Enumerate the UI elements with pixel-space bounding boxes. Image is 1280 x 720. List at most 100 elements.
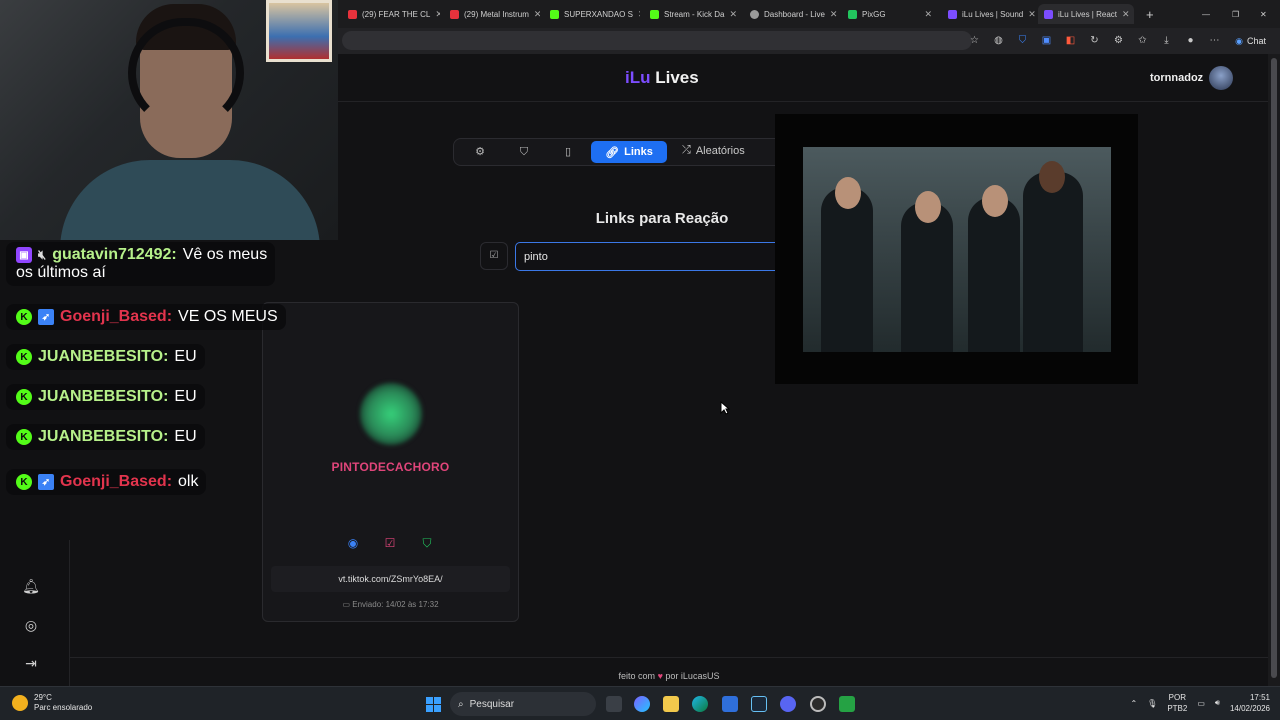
support-icon[interactable]: ◎ bbox=[22, 616, 40, 634]
download-icon[interactable]: ⤓ bbox=[1160, 34, 1173, 47]
profile-icon[interactable]: ● bbox=[1184, 34, 1197, 47]
copilot-icon[interactable] bbox=[634, 696, 650, 712]
heart-icon: ♥ bbox=[657, 671, 663, 681]
close-icon[interactable]: ✕ bbox=[1028, 9, 1036, 20]
shield-icon[interactable]: ⛉ bbox=[1016, 34, 1029, 47]
app-icon[interactable] bbox=[839, 696, 855, 712]
network-icon[interactable]: ▭ bbox=[1197, 699, 1205, 708]
twitch-icon: ▣ bbox=[16, 247, 32, 263]
discord-icon[interactable] bbox=[780, 696, 796, 712]
footer: feito com ♥ por iLucasUS bbox=[70, 657, 1268, 686]
video-person-head bbox=[1039, 161, 1065, 193]
mouse-cursor-icon bbox=[720, 401, 730, 415]
taskbar: 29°C Parc ensolarado ⌕ Pesquisar ⌃ 🎙︎ POR P… bbox=[0, 686, 1280, 720]
eye-icon[interactable]: ◉ bbox=[345, 535, 361, 551]
video-person-head bbox=[982, 185, 1008, 217]
extension-icon[interactable]: ◍ bbox=[992, 34, 1005, 47]
tab-links[interactable]: 🔗︎ Links bbox=[591, 141, 667, 163]
card-link[interactable]: vt.tiktok.com/ZSmrYo8EA/ bbox=[271, 566, 510, 592]
mute-icon: 🔇︎ bbox=[38, 247, 47, 262]
minimize-icon[interactable]: — bbox=[1196, 4, 1212, 24]
browser-tab[interactable]: (29) Metal Instrum ✕ bbox=[444, 4, 540, 24]
subscriber-badge-icon: ➶ bbox=[38, 474, 54, 490]
sidebar: 🔔︎ ◎ ⇥ bbox=[0, 540, 70, 686]
address-field[interactable] bbox=[342, 31, 972, 50]
clock[interactable]: 17:51 14/02/2026 bbox=[1230, 692, 1270, 714]
kick-icon bbox=[550, 9, 559, 19]
restore-icon[interactable]: ❐ bbox=[1226, 4, 1242, 24]
close-icon[interactable]: ✕ bbox=[1122, 9, 1130, 20]
video-person bbox=[1023, 172, 1083, 352]
new-tab-button[interactable]: + bbox=[1140, 4, 1160, 24]
bell-icon[interactable]: 🔔︎ bbox=[22, 577, 40, 595]
store-icon[interactable] bbox=[722, 696, 738, 712]
browser-tab[interactable]: SUPERXANDAO S✕ bbox=[544, 4, 640, 24]
search-input[interactable] bbox=[515, 242, 785, 271]
close-icon[interactable]: ✕ bbox=[435, 9, 440, 20]
shield-icon[interactable]: ⛉ bbox=[419, 535, 435, 551]
obs-icon[interactable] bbox=[810, 696, 826, 712]
taskbar-search[interactable]: ⌕ Pesquisar bbox=[450, 692, 596, 716]
scrollbar[interactable] bbox=[1268, 54, 1280, 686]
checkbox-icon[interactable]: ☑ bbox=[382, 535, 398, 551]
chevron-up-icon[interactable]: ⌃ bbox=[1130, 699, 1137, 708]
wall-poster bbox=[266, 0, 332, 62]
search-icon: ⌕ bbox=[458, 698, 464, 710]
more-icon[interactable]: ⋯ bbox=[1208, 34, 1221, 47]
close-icon[interactable]: ✕ bbox=[729, 9, 737, 20]
shuffle-icon: ⤮ bbox=[682, 144, 691, 156]
close-icon[interactable]: ✕ bbox=[534, 9, 540, 20]
task-view-icon[interactable] bbox=[606, 696, 622, 712]
close-icon[interactable]: ✕ bbox=[830, 9, 838, 20]
link-icon: 🔗︎ bbox=[605, 146, 620, 159]
browser-tab[interactable]: Stream - Kick Da ✕ bbox=[644, 4, 740, 24]
card-avatar bbox=[360, 383, 422, 445]
tab-settings-icon[interactable]: ⚙ bbox=[473, 145, 487, 159]
copilot-icon: ◉ bbox=[1235, 35, 1243, 46]
file-explorer-icon[interactable] bbox=[663, 696, 679, 712]
avatar[interactable] bbox=[1209, 66, 1233, 90]
video-frame[interactable] bbox=[803, 147, 1111, 352]
filter-checkbox-button[interactable]: ☑ bbox=[480, 242, 508, 270]
browser-tab[interactable]: PixGG ✕ bbox=[842, 4, 938, 24]
kick-icon: K bbox=[16, 429, 32, 445]
language-indicator[interactable]: POR PTB2 bbox=[1167, 692, 1187, 714]
card-date: ▭ Enviado: 14/02 às 17:32 bbox=[342, 600, 439, 609]
edge-icon[interactable] bbox=[692, 696, 708, 712]
steam-icon[interactable] bbox=[751, 696, 767, 712]
close-icon[interactable]: ✕ bbox=[638, 9, 640, 20]
close-icon[interactable]: ✕ bbox=[924, 9, 932, 20]
star-icon[interactable]: ☆ bbox=[968, 34, 981, 47]
start-button[interactable] bbox=[426, 697, 441, 712]
browser-tab[interactable]: (29) FEAR THE CL ✕ bbox=[342, 4, 440, 24]
settings-icon[interactable]: ⚙ bbox=[1112, 34, 1125, 47]
logout-icon[interactable]: ⇥ bbox=[22, 654, 40, 672]
window-close-icon[interactable]: ✕ bbox=[1254, 4, 1270, 24]
tab-random[interactable]: ⤮ Aleatórios bbox=[682, 144, 745, 157]
calendar-icon: ▭ bbox=[342, 600, 353, 609]
youtube-icon bbox=[348, 9, 357, 19]
volume-icon[interactable]: 🔊︎ bbox=[1215, 698, 1220, 708]
tab-bookmark-icon[interactable]: ▯ bbox=[561, 145, 575, 159]
app-logo[interactable]: iLu Lives bbox=[625, 68, 699, 88]
kick-icon: K bbox=[16, 474, 32, 490]
browser-tab[interactable]: Dashboard - Live ✕ bbox=[744, 4, 840, 24]
weather-widget[interactable]: 29°C Parc ensolarado bbox=[12, 693, 92, 713]
chat-message: K ➶ Goenji_Based: VE OS MEUS bbox=[6, 304, 286, 330]
youtube-icon bbox=[450, 9, 459, 19]
video-person bbox=[821, 187, 873, 352]
microphone-icon[interactable]: 🎙︎ bbox=[1147, 699, 1157, 708]
subscriber-badge-icon: ➶ bbox=[38, 309, 54, 325]
copilot-chat-button[interactable]: ◉ Chat bbox=[1229, 32, 1272, 50]
browser-tab[interactable]: iLu Lives | Sound ✕ bbox=[942, 4, 1036, 24]
username[interactable]: tornnadoz bbox=[1150, 72, 1203, 84]
tab-shield-icon[interactable]: ⛉ bbox=[517, 145, 531, 159]
translate-icon[interactable]: ▣ bbox=[1040, 34, 1053, 47]
scrollbar-thumb[interactable] bbox=[1271, 58, 1277, 678]
extension-icon[interactable]: ◧ bbox=[1064, 34, 1077, 47]
webcam-overlay bbox=[0, 0, 338, 240]
browser-tab-active[interactable]: iLu Lives | React ✕ bbox=[1038, 4, 1134, 24]
favorites-icon[interactable]: ✩ bbox=[1136, 34, 1149, 47]
refresh-icon[interactable]: ↻ bbox=[1088, 34, 1101, 47]
section-tabs: ⚙ ⛉ ▯ 🔗︎ Links ⤮ Aleatórios bbox=[453, 138, 783, 166]
